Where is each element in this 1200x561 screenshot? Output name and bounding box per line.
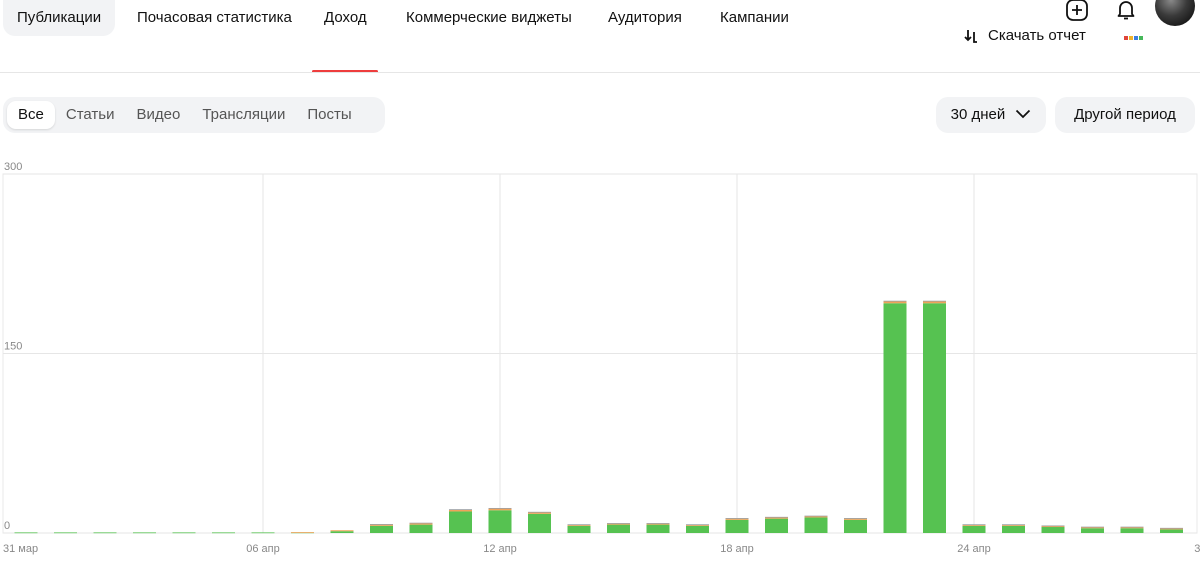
- period-select-value: 30 дней: [950, 106, 1006, 123]
- bar-segment: [488, 507, 512, 509]
- content-type-broadcasts[interactable]: Трансляции: [191, 101, 296, 129]
- bar-segment: [686, 525, 709, 533]
- bar-segment: [1160, 529, 1183, 533]
- bar-segment: [686, 524, 709, 526]
- bar-segment: [1041, 525, 1065, 527]
- content-type-switcher: Все Статьи Видео Трансляции Посты: [3, 97, 385, 133]
- bar-segment: [923, 303, 946, 533]
- x-tick-label: 31 мар: [3, 543, 38, 555]
- bar-segment: [1081, 526, 1104, 528]
- bar-segment: [370, 525, 393, 533]
- bar-segment: [1160, 527, 1183, 529]
- bar-segment: [1002, 524, 1025, 526]
- download-icon: [964, 30, 977, 43]
- other-period-button[interactable]: Другой период: [1055, 97, 1195, 133]
- bar-segment: [528, 511, 551, 513]
- bar-segment: [370, 524, 393, 525]
- bar-segment: [291, 532, 314, 533]
- avatar[interactable]: [1155, 0, 1195, 26]
- content-type-all[interactable]: Все: [7, 101, 55, 129]
- bar-segment: [725, 518, 749, 519]
- content-type-articles[interactable]: Статьи: [55, 101, 126, 129]
- bar-segment: [172, 532, 196, 534]
- bar-segment: [804, 515, 828, 517]
- bar-segment: [567, 525, 591, 533]
- bell-icon[interactable]: [1112, 0, 1140, 24]
- bar-segment: [883, 301, 907, 304]
- bar-segment: [883, 303, 907, 533]
- tab-publications[interactable]: Публикации: [3, 0, 116, 36]
- bar-segment: [1041, 527, 1065, 533]
- bar-segment: [133, 532, 156, 534]
- bar-segment: [93, 532, 117, 534]
- bar-segment: [488, 510, 512, 533]
- bar-segment: [449, 511, 472, 533]
- bar-segment: [14, 532, 38, 534]
- tab-commercial-widgets[interactable]: Коммерческие виджеты: [406, 0, 572, 36]
- bar-segment: [646, 524, 670, 533]
- top-header: Публикации Почасовая статистика Доход Ко…: [0, 0, 1200, 73]
- bar-segment: [330, 530, 354, 532]
- x-tick-label: 24 апр: [957, 543, 990, 555]
- apps-grid-icon[interactable]: [1124, 36, 1143, 40]
- content-type-video[interactable]: Видео: [125, 101, 191, 129]
- chevron-down-icon: [1016, 109, 1031, 118]
- download-report-button[interactable]: Скачать отчет: [962, 26, 1086, 46]
- x-tick-label: 06 апр: [246, 543, 279, 555]
- bar-segment: [646, 523, 670, 524]
- bar-segment: [923, 301, 946, 304]
- tab-hourly-stats[interactable]: Почасовая статистика: [137, 0, 292, 36]
- bar-segment: [962, 524, 986, 526]
- bar-segment: [251, 532, 275, 534]
- y-tick-label: 150: [4, 341, 22, 353]
- tab-campaigns[interactable]: Кампании: [720, 0, 789, 36]
- bar-segment: [844, 519, 867, 533]
- bar-segment: [923, 300, 946, 302]
- bar-segment: [1120, 526, 1144, 528]
- bar-segment: [449, 509, 472, 510]
- tab-audience[interactable]: Аудитория: [608, 0, 682, 36]
- bar-segment: [528, 513, 551, 533]
- y-tick-label: 0: [4, 520, 10, 532]
- bar-segment: [409, 522, 433, 524]
- bar-segment: [330, 531, 354, 533]
- bar-segment: [567, 524, 591, 526]
- bar-segment: [54, 532, 77, 534]
- x-tick-label: 12 апр: [483, 543, 516, 555]
- bar-segment: [409, 524, 433, 533]
- bar-segment: [212, 532, 235, 534]
- header-divider: [0, 72, 1200, 73]
- bar-segment: [607, 523, 630, 524]
- bar-segment: [1120, 528, 1144, 533]
- bar-segment: [607, 524, 630, 533]
- bar-segment: [883, 300, 907, 302]
- bar-segment: [844, 518, 867, 519]
- add-icon[interactable]: [1063, 0, 1091, 24]
- bar-segment: [725, 519, 749, 533]
- content-type-posts[interactable]: Посты: [296, 101, 362, 129]
- x-tick-label: 30 апр: [1194, 543, 1200, 555]
- income-chart: 300 150 0 31 мар 06 апр 12 апр 18 апр 24 апр 30 …: [2, 161, 1200, 555]
- bar-segment: [1081, 528, 1104, 533]
- bar-segment: [765, 516, 788, 518]
- bar-segment: [804, 517, 828, 533]
- x-tick-label: 18 апр: [720, 543, 753, 555]
- download-report-label: Скачать отчет: [988, 27, 1086, 44]
- period-select[interactable]: 30 дней: [936, 97, 1046, 133]
- bar-segment: [765, 518, 788, 533]
- tab-income[interactable]: Доход: [324, 0, 367, 36]
- bar-segment: [962, 525, 986, 533]
- bar-segment: [1002, 525, 1025, 533]
- y-tick-label: 300: [4, 161, 22, 173]
